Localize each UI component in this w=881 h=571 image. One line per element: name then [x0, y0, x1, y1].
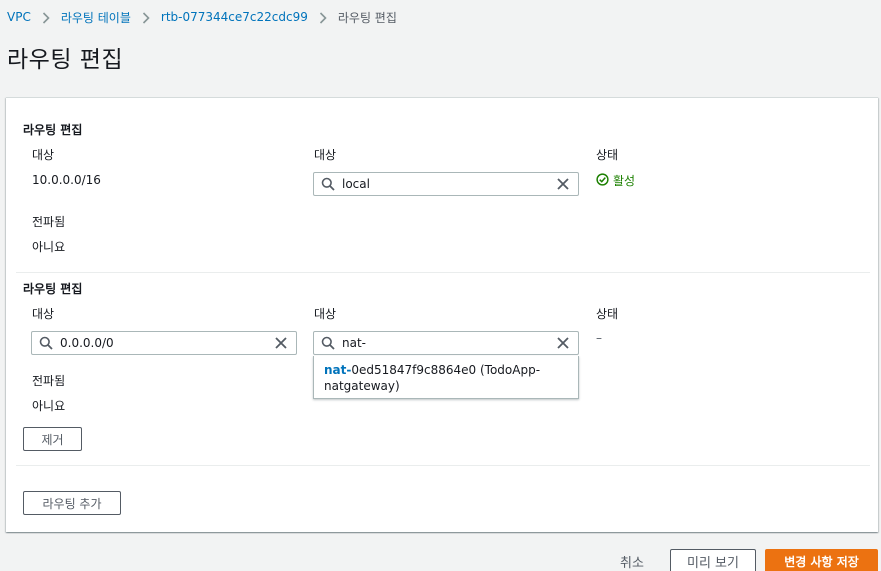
cancel-button[interactable]: 취소 [620, 552, 644, 571]
close-icon[interactable] [548, 178, 578, 190]
close-icon[interactable] [548, 337, 578, 349]
add-route-divider [16, 465, 870, 466]
breadcrumb: VPC 라우팅 테이블 rtb-077344ce7c22cdc99 라우팅 편집 [7, 9, 397, 25]
route-2-target-label: 대상 [314, 307, 337, 321]
chevron-right-icon [131, 10, 161, 24]
route-2-destination-text: 0.0.0.0/0 [60, 336, 114, 350]
route-1-propagated-label: 전파됨 [32, 215, 66, 229]
route-1-target-text: local [342, 177, 370, 191]
routes-panel: 라우팅 편집 대상 10.0.0.0/16 대상 local 상태 활성 전파됨… [6, 97, 878, 532]
search-icon [314, 336, 342, 350]
suggestion-line2: natgateway) [324, 379, 400, 393]
suggestion-rest: 0ed51847f9c8864e0 (TodoApp- [351, 363, 541, 377]
preview-button[interactable]: 미리 보기 [670, 549, 756, 571]
route-1-destination-label: 대상 [32, 148, 55, 162]
route-1-status: 활성 [596, 172, 635, 189]
breadcrumb-current: 라우팅 편집 [337, 10, 397, 25]
route-divider [16, 272, 870, 273]
check-circle-icon [596, 172, 613, 189]
route-1-target-label: 대상 [314, 148, 337, 162]
route-1-destination-value: 10.0.0.0/16 [32, 173, 101, 187]
breadcrumb-route-tables[interactable]: 라우팅 테이블 [61, 9, 131, 26]
route-1-status-value: 활성 [613, 174, 636, 188]
route-2-destination-label: 대상 [32, 307, 55, 321]
route-2-status-label: 상태 [596, 307, 619, 321]
target-suggestion-dropdown[interactable]: nat-0ed51847f9c8864e0 (TodoApp- natgatew… [313, 356, 579, 399]
search-icon [32, 336, 60, 350]
route-2-destination-input[interactable]: 0.0.0.0/0 [31, 331, 297, 355]
save-changes-button[interactable]: 변경 사항 저장 [765, 549, 878, 571]
suggestion-option[interactable]: nat-0ed51847f9c8864e0 (TodoApp- natgatew… [324, 362, 568, 394]
suggestion-match: nat- [324, 363, 352, 377]
route-2-group-title: 라우팅 편집 [23, 282, 83, 296]
chevron-right-icon [31, 10, 61, 24]
add-route-button[interactable]: 라우팅 추가 [23, 491, 121, 515]
route-2-target-input[interactable]: nat- [313, 331, 579, 355]
route-1-target-input[interactable]: local [313, 172, 579, 196]
route-2-target-text: nat- [342, 336, 366, 350]
chevron-right-icon [308, 10, 338, 24]
route-1-group-title: 라우팅 편집 [23, 123, 83, 137]
route-2-propagated-label: 전파됨 [32, 374, 66, 388]
remove-route-button[interactable]: 제거 [23, 427, 82, 451]
route-2-propagated-value: 아니요 [32, 399, 66, 413]
close-icon[interactable] [266, 337, 296, 349]
route-1-propagated-value: 아니요 [32, 240, 66, 254]
page-title: 라우팅 편집 [7, 47, 124, 73]
route-2-status-value: – [596, 331, 602, 345]
breadcrumb-route-table-id[interactable]: rtb-077344ce7c22cdc99 [161, 10, 308, 24]
breadcrumb-vpc[interactable]: VPC [7, 10, 31, 24]
route-1-status-label: 상태 [596, 148, 619, 162]
search-icon [314, 177, 342, 191]
